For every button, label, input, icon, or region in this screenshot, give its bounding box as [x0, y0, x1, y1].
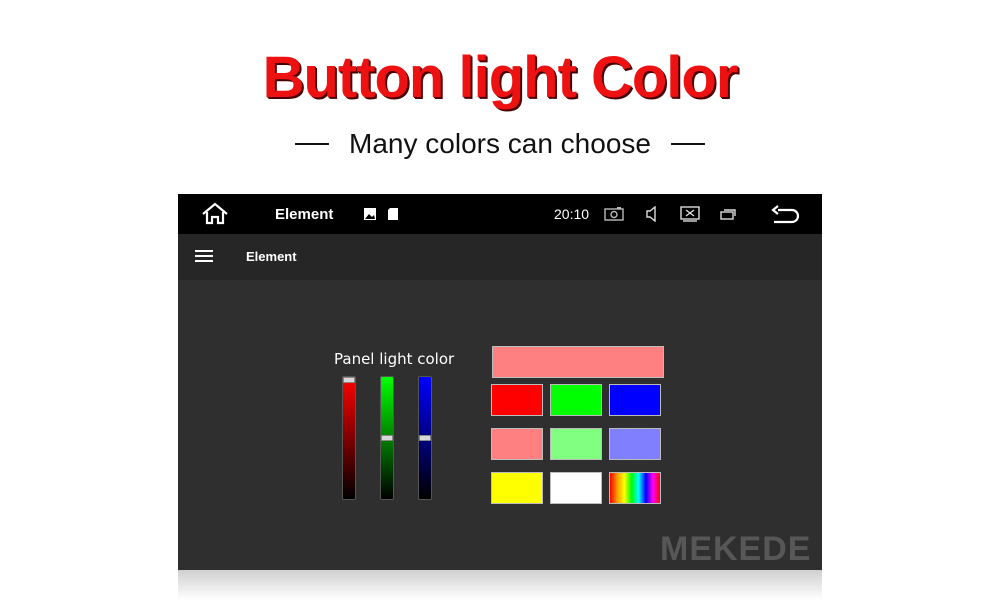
- recent-apps-icon: [720, 209, 736, 220]
- red-slider[interactable]: [342, 376, 356, 500]
- color-preview: [492, 346, 664, 378]
- back-icon: [771, 205, 800, 224]
- swatch-white[interactable]: [550, 472, 602, 504]
- home-icon: [202, 202, 228, 225]
- sd-notification: [387, 194, 399, 234]
- screen-off-icon: [680, 206, 700, 222]
- screen-off-button[interactable]: [680, 194, 700, 234]
- swatch-red[interactable]: [491, 384, 543, 416]
- screen-reflection: [178, 570, 822, 600]
- image-notification: [363, 194, 377, 234]
- swatch-light-red[interactable]: [491, 428, 543, 460]
- back-button[interactable]: [770, 194, 800, 234]
- status-bar: Element 20:10: [178, 194, 822, 234]
- sd-card-icon: [388, 208, 398, 220]
- blue-slider-thumb[interactable]: [419, 435, 431, 441]
- swatch-blue[interactable]: [609, 384, 661, 416]
- recent-apps-button[interactable]: [720, 194, 736, 234]
- camera-button[interactable]: [604, 194, 624, 234]
- green-slider[interactable]: [380, 376, 394, 500]
- panel-light-label: Panel light color: [334, 350, 455, 368]
- app-bar: Element: [178, 234, 822, 280]
- image-icon: [364, 208, 376, 220]
- blue-slider[interactable]: [418, 376, 432, 500]
- home-button[interactable]: [200, 194, 230, 234]
- app-title: Element: [246, 249, 297, 264]
- camera-icon: [604, 207, 624, 221]
- swatch-rainbow[interactable]: [609, 472, 661, 504]
- status-time: 20:10: [554, 206, 590, 222]
- menu-icon: [195, 250, 213, 262]
- swatch-light-green[interactable]: [550, 428, 602, 460]
- swatch-light-blue[interactable]: [609, 428, 661, 460]
- promo-title: Button light Color: [262, 45, 739, 110]
- promo-subtitle: Many colors can choose: [349, 128, 651, 159]
- status-app-name: Element: [275, 205, 334, 223]
- green-slider-thumb[interactable]: [381, 435, 393, 441]
- menu-button[interactable]: [195, 249, 213, 268]
- brand-watermark: MEKEDE: [660, 530, 812, 568]
- swatch-yellow[interactable]: [491, 472, 543, 504]
- volume-button[interactable]: [645, 194, 659, 234]
- swatch-green[interactable]: [550, 384, 602, 416]
- red-slider-thumb[interactable]: [343, 377, 355, 383]
- content-area: Panel light color MEKEDE: [178, 280, 822, 570]
- right-dash: [670, 143, 705, 145]
- volume-icon: [646, 206, 656, 222]
- promo-subtitle-row: Many colors can choose: [0, 128, 1000, 160]
- device-screen: Element 20:10 Element Panel light color …: [178, 194, 822, 570]
- left-dash: [295, 143, 330, 145]
